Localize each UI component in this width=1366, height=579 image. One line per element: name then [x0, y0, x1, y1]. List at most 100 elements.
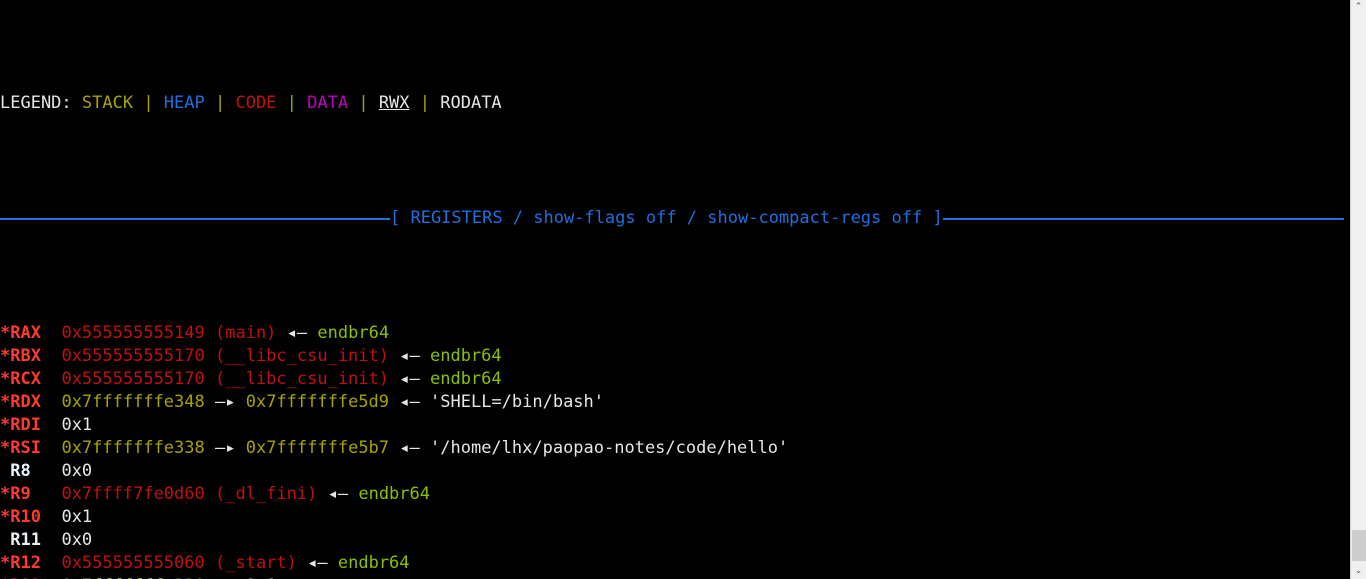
register-symbol: (__libc_csu_init)	[215, 346, 389, 366]
register-row: *RSI 0x7fffffffe338 —▸ 0x7fffffffe5b7 ◂—…	[0, 437, 1350, 460]
legend-line: LEGEND: STACK | HEAP | CODE | DATA | RWX…	[0, 92, 1350, 115]
register-deref-value: endbr64	[429, 346, 502, 366]
register-row: *RAX 0x555555555149 (main) ◂— endbr64	[0, 322, 1350, 345]
deref-arrow-icon: ◂—	[399, 438, 420, 458]
register-symbol: (main)	[215, 323, 277, 343]
register-row: *RDI 0x1	[0, 414, 1350, 437]
deref-arrow-icon: ◂—	[399, 346, 420, 366]
register-name: RDI	[10, 415, 52, 435]
rule-right-registers	[942, 217, 1350, 220]
legend-separator: |	[348, 93, 379, 113]
register-value: 0x1	[61, 415, 93, 435]
register-name: RBX	[10, 346, 52, 366]
register-modified-marker: *	[0, 346, 11, 366]
register-modified-marker	[0, 530, 10, 550]
deref-arrow-icon: ◂—	[286, 323, 308, 343]
register-symbol: (_start)	[215, 553, 297, 573]
register-value: 0x7fffffffe348	[61, 392, 205, 412]
register-deref-value: endbr64	[337, 553, 410, 573]
register-modified-marker: *	[0, 438, 11, 458]
register-name: R12	[10, 553, 52, 573]
register-modified-marker: *	[0, 507, 11, 527]
register-value: 0x7ffff7fe0d60	[61, 484, 205, 504]
legend-item-stack: STACK	[81, 93, 134, 113]
register-name: RDX	[10, 392, 52, 412]
legend-separator: |	[409, 93, 441, 113]
register-modified-marker: *	[0, 392, 11, 412]
scroll-down-arrow-icon[interactable]: ⌄	[1351, 564, 1366, 579]
register-deref-value: 'SHELL=/bin/bash'	[430, 392, 605, 412]
register-row: R8 0x0	[0, 460, 1350, 483]
legend-separator: |	[204, 93, 236, 113]
register-value: 0x555555555060	[61, 553, 205, 573]
register-name: R10	[10, 507, 52, 527]
register-row: *R12 0x555555555060 (_start) ◂— endbr64	[0, 552, 1350, 575]
register-modified-marker: *	[0, 323, 11, 343]
deref-arrow-icon: ◂—	[307, 553, 328, 573]
registers-list: *RAX 0x555555555149 (main) ◂— endbr64 *RB…	[0, 322, 1350, 579]
legend-item-rodata: RODATA	[440, 93, 502, 113]
register-name: RAX	[10, 323, 52, 343]
register-chain-value: 0x7fffffffe5b7	[245, 438, 390, 458]
scroll-up-arrow-icon[interactable]: ⌃	[1351, 0, 1366, 15]
vertical-scrollbar[interactable]: ⌃ ⌄	[1350, 0, 1366, 579]
registers-section-header: [ REGISTERS / show-flags off / show-comp…	[0, 207, 1350, 230]
register-name: RSI	[10, 438, 52, 458]
register-deref-value: endbr64	[358, 484, 430, 504]
register-value: 0x7fffffffe338	[61, 438, 205, 458]
register-modified-marker: *	[0, 484, 11, 504]
legend-separator: |	[276, 93, 308, 113]
register-name: R9	[10, 484, 52, 504]
register-value: 0x0	[61, 461, 93, 481]
terminal-screen[interactable]: LEGEND: STACK | HEAP | CODE | DATA | RWX…	[0, 0, 1350, 579]
legend-separator: |	[133, 93, 164, 113]
register-row: *RBX 0x555555555170 (__libc_csu_init) ◂—…	[0, 345, 1350, 368]
register-value: 0x0	[61, 530, 93, 550]
register-value: 0x1	[61, 507, 93, 527]
scrollbar-thumb[interactable]	[1352, 530, 1366, 561]
register-deref-value: endbr64	[429, 369, 502, 389]
pointer-chain-arrow-icon: —▸	[215, 438, 236, 458]
register-name: R11	[10, 530, 52, 550]
legend-item-data: DATA	[307, 93, 349, 113]
register-modified-marker: *	[0, 415, 11, 435]
register-modified-marker	[0, 461, 10, 481]
register-name: R8	[10, 461, 52, 481]
rule-left-registers	[0, 217, 390, 220]
register-row: *R13 0x7fffffffe330 ◂— 0x1	[0, 575, 1350, 579]
register-deref-value: endbr64	[317, 323, 390, 343]
register-value: 0x555555555149	[61, 323, 205, 343]
register-chain-value: 0x7fffffffe5d9	[245, 392, 390, 412]
register-row: *RDX 0x7fffffffe348 —▸ 0x7fffffffe5d9 ◂—…	[0, 391, 1350, 414]
register-deref-value: '/home/lhx/paopao-notes/code/hello'	[430, 438, 789, 458]
